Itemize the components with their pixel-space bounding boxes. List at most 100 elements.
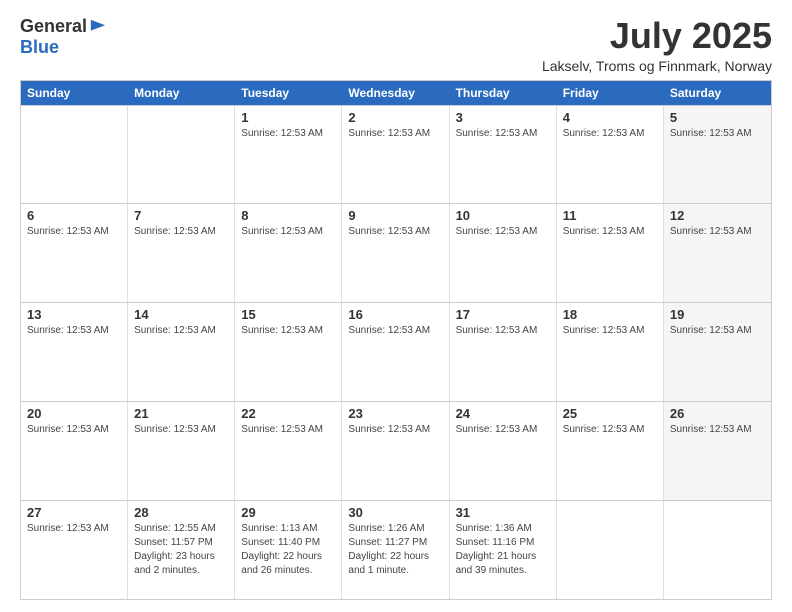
day-number: 11 <box>563 208 657 223</box>
day-cell: 15 Sunrise: 12:53 AM <box>235 303 342 401</box>
day-cell: 22 Sunrise: 12:53 AM <box>235 402 342 500</box>
week-row: 20Sunrise: 12:53 AM21Sunrise: 12:53 AM22… <box>21 401 771 500</box>
day-number: 2 <box>348 110 442 125</box>
day-cell: 19Sunrise: 12:53 AM <box>664 303 771 401</box>
day-header: Thursday <box>450 81 557 105</box>
logo-blue-text: Blue <box>20 37 59 58</box>
day-info: Sunrise: 12:53 AM <box>456 127 550 141</box>
day-header: Sunday <box>21 81 128 105</box>
day-number: 25 <box>563 406 657 421</box>
logo-flag-icon <box>89 18 107 36</box>
day-number: 21 <box>134 406 228 421</box>
day-number: 6 <box>27 208 121 223</box>
day-cell: 25 Sunrise: 12:53 AM <box>557 402 664 500</box>
page: General Blue July 2025 Lakselv, Troms og… <box>0 0 792 612</box>
day-info: Sunrise: 12:53 AM <box>241 225 335 239</box>
day-info: Sunrise: 12:53 AM <box>348 127 442 141</box>
day-number: 28 <box>134 505 228 520</box>
day-info: Sunrise: 12:53 AM <box>670 423 765 437</box>
day-cell: 26Sunrise: 12:53 AM <box>664 402 771 500</box>
day-number: 15 <box>241 307 335 322</box>
day-cell: 11 Sunrise: 12:53 AM <box>557 204 664 302</box>
day-cell: 1Sunrise: 12:53 AM <box>235 106 342 204</box>
day-cell <box>128 106 235 204</box>
day-info: Sunrise: 1:36 AM Sunset: 11:16 PM Daylig… <box>456 522 550 578</box>
day-cell: 7 Sunrise: 12:53 AM <box>128 204 235 302</box>
day-cell: 14 Sunrise: 12:53 AM <box>128 303 235 401</box>
logo: General Blue <box>20 16 107 58</box>
day-info: Sunrise: 12:53 AM <box>134 225 228 239</box>
day-info: Sunrise: 12:53 AM <box>348 225 442 239</box>
day-number: 23 <box>348 406 442 421</box>
day-number: 12 <box>670 208 765 223</box>
day-number: 27 <box>27 505 121 520</box>
day-cell: 4 Sunrise: 12:53 AM <box>557 106 664 204</box>
day-number: 22 <box>241 406 335 421</box>
day-number: 29 <box>241 505 335 520</box>
day-header: Friday <box>557 81 664 105</box>
day-number: 19 <box>670 307 765 322</box>
day-info: Sunrise: 12:53 AM <box>563 225 657 239</box>
day-number: 5 <box>670 110 765 125</box>
week-row: 1Sunrise: 12:53 AM2Sunrise: 12:53 AM3Sun… <box>21 105 771 204</box>
day-header: Tuesday <box>235 81 342 105</box>
day-cell: 6 Sunrise: 12:53 AM <box>21 204 128 302</box>
day-cell: 13 Sunrise: 12:53 AM <box>21 303 128 401</box>
day-info: Sunrise: 12:53 AM <box>27 522 121 536</box>
day-number: 7 <box>134 208 228 223</box>
day-info: Sunrise: 12:53 AM <box>134 423 228 437</box>
day-cell: 20Sunrise: 12:53 AM <box>21 402 128 500</box>
day-number: 20 <box>27 406 121 421</box>
day-cell: 16 Sunrise: 12:53 AM <box>342 303 449 401</box>
day-cell: 3 Sunrise: 12:53 AM <box>450 106 557 204</box>
day-info: Sunrise: 1:26 AM Sunset: 11:27 PM Daylig… <box>348 522 442 578</box>
day-number: 24 <box>456 406 550 421</box>
title-area: July 2025 Lakselv, Troms og Finnmark, No… <box>542 16 772 74</box>
day-info: Sunrise: 12:53 AM <box>563 423 657 437</box>
calendar-body: 1Sunrise: 12:53 AM2Sunrise: 12:53 AM3Sun… <box>21 105 771 599</box>
week-row: 13Sunrise: 12:53 AM14Sunrise: 12:53 AM15… <box>21 302 771 401</box>
day-info: Sunrise: 12:53 AM <box>241 423 335 437</box>
header: General Blue July 2025 Lakselv, Troms og… <box>20 16 772 74</box>
month-title: July 2025 <box>542 16 772 56</box>
day-cell: 28Sunrise: 12:55 AM Sunset: 11:57 PM Day… <box>128 501 235 599</box>
day-number: 3 <box>456 110 550 125</box>
day-header: Wednesday <box>342 81 449 105</box>
day-number: 4 <box>563 110 657 125</box>
day-number: 8 <box>241 208 335 223</box>
day-cell: 23 Sunrise: 12:53 AM <box>342 402 449 500</box>
day-info: Sunrise: 12:53 AM <box>563 127 657 141</box>
day-info: Sunrise: 12:53 AM <box>670 225 765 239</box>
day-header: Saturday <box>664 81 771 105</box>
week-row: 6 Sunrise: 12:53 AM 7 Sunrise: 12:53 AM 8 Sun… <box>21 203 771 302</box>
day-number: 10 <box>456 208 550 223</box>
day-number: 1 <box>241 110 335 125</box>
day-info: Sunrise: 12:53 AM <box>456 423 550 437</box>
day-number: 18 <box>563 307 657 322</box>
day-number: 17 <box>456 307 550 322</box>
day-cell <box>557 501 664 599</box>
day-header: Monday <box>128 81 235 105</box>
day-cell: 29 Sunrise: 1:13 AM Sunset: 11:40 PM Dayl… <box>235 501 342 599</box>
day-info: Sunrise: 1:13 AM Sunset: 11:40 PM Daylig… <box>241 522 335 578</box>
day-cell: 8 Sunrise: 12:53 AM <box>235 204 342 302</box>
day-info: Sunrise: 12:53 AM <box>241 324 335 338</box>
day-number: 16 <box>348 307 442 322</box>
day-info: Sunrise: 12:53 AM <box>134 324 228 338</box>
day-info: Sunrise: 12:53 AM <box>348 423 442 437</box>
day-number: 13 <box>27 307 121 322</box>
day-cell: 10Sunrise: 12:53 AM <box>450 204 557 302</box>
day-cell: 9 Sunrise: 12:53 AM <box>342 204 449 302</box>
location: Lakselv, Troms og Finnmark, Norway <box>542 58 772 74</box>
day-info: Sunrise: 12:53 AM <box>27 225 121 239</box>
day-cell: 5 Sunrise: 12:53 AM <box>664 106 771 204</box>
day-headers: SundayMondayTuesdayWednesdayThursdayFrid… <box>21 81 771 105</box>
day-cell: 2 Sunrise: 12:53 AM <box>342 106 449 204</box>
day-info: Sunrise: 12:53 AM <box>27 324 121 338</box>
day-number: 14 <box>134 307 228 322</box>
day-cell <box>664 501 771 599</box>
day-info: Sunrise: 12:53 AM <box>670 127 765 141</box>
day-number: 9 <box>348 208 442 223</box>
day-cell: 27 Sunrise: 12:53 AM <box>21 501 128 599</box>
day-info: Sunrise: 12:53 AM <box>348 324 442 338</box>
